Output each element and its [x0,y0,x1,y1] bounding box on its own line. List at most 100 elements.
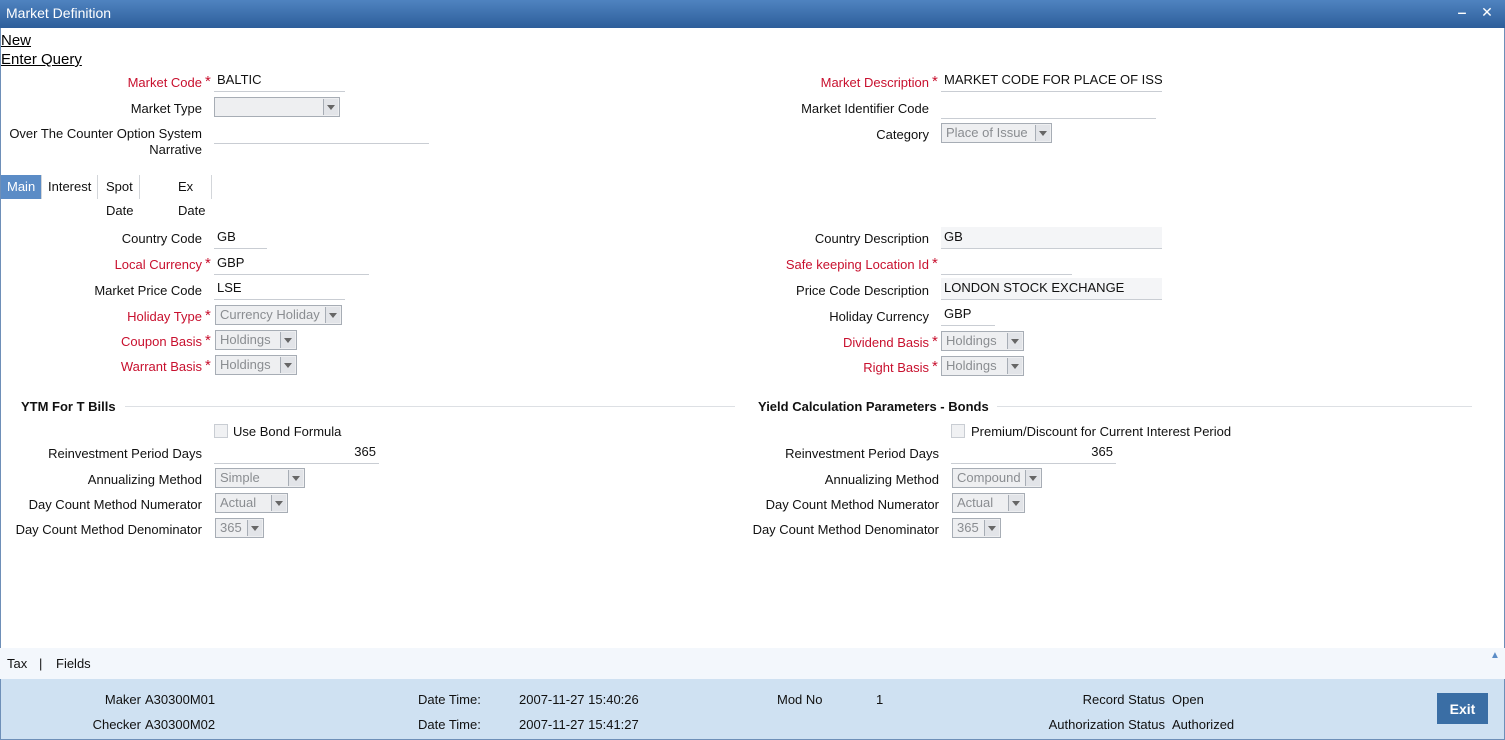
category-select[interactable]: Place of Issue [941,123,1052,143]
price-code-description-label: Price Code Description [796,283,929,298]
checker-date-time-label: Date Time: [418,717,481,732]
maker-date-time-value: 2007-11-27 15:40:26 [519,692,639,707]
checker-value: A30300M02 [145,717,216,732]
country-code-input[interactable]: GB [214,227,267,249]
ytm-denominator-select[interactable]: 365 [215,518,264,538]
market-description-input[interactable]: MARKET CODE FOR PLACE OF ISS [941,70,1162,92]
yield-denominator-select[interactable]: 365 [952,518,1001,538]
chevron-down-icon [1035,125,1050,141]
yield-numerator-select[interactable]: Actual [952,493,1025,513]
category-label: Category [876,127,929,142]
market-price-code-input[interactable]: LSE [214,278,345,300]
market-code-input[interactable]: BALTIC [214,70,345,92]
safekeeping-location-input[interactable] [941,253,1072,275]
fields-link[interactable]: Fields [56,656,91,671]
otc-narrative-label-line2: Narrative [149,142,202,157]
chevron-down-icon [1007,358,1022,374]
dividend-basis-label: Dividend Basis [843,335,929,350]
chevron-down-icon [1008,495,1023,511]
chevron-down-icon [1007,333,1022,349]
holiday-currency-label: Holiday Currency [829,309,929,324]
warrant-basis-label: Warrant Basis [120,359,202,374]
premium-discount-checkbox[interactable] [951,424,965,438]
close-icon[interactable]: ✕ [1479,4,1495,22]
maker-value: A30300M01 [145,692,216,707]
tax-link[interactable]: Tax [7,656,27,671]
ytm-numerator-label: Day Count Method Numerator [28,497,202,512]
market-code-label: Market Code [127,75,202,90]
chevron-down-icon [247,520,262,536]
window-titlebar: Market Definition ‒ ✕ [0,0,1505,28]
ytm-denominator-label: Day Count Method Denominator [15,522,202,537]
yield-section-title: Yield Calculation Parameters - Bonds [758,399,989,414]
market-price-code-label: Market Price Code [94,283,202,298]
chevron-down-icon [323,99,338,115]
use-bond-formula-label: Use Bond Formula [233,424,342,439]
enter-query-link[interactable]: Enter Query [1,51,82,68]
premium-discount-label: Premium/Discount for Current Interest Pe… [971,424,1232,439]
record-status-value: Open [1172,692,1204,707]
local-currency-input[interactable]: GBP [214,253,369,275]
maker-date-time-label: Date Time: [418,692,481,707]
yield-reinvestment-input[interactable]: 365 [951,442,1116,464]
holiday-type-label: Holiday Type [127,309,202,324]
right-basis-select[interactable]: Holdings [941,356,1024,376]
market-identifier-code-input[interactable] [941,97,1156,119]
ytm-numerator-select[interactable]: Actual [215,493,288,513]
required-marker: * [932,73,938,90]
yield-reinvestment-label: Reinvestment Period Days [785,446,939,461]
tab-spot-date[interactable]: Spot Date [100,175,141,218]
ytm-annualizing-label: Annualizing Method [87,472,202,487]
required-marker: * [205,357,211,374]
yield-numerator-label: Day Count Method Numerator [765,497,939,512]
required-marker: * [205,307,211,324]
country-description-label: Country Description [814,231,929,246]
checker-date-time-value: 2007-11-27 15:41:27 [519,717,639,732]
required-marker: * [205,332,211,349]
price-code-description-value: LONDON STOCK EXCHANGE [941,278,1162,300]
link-separator: | [39,656,43,671]
chevron-down-icon [280,357,295,373]
authorization-status-value: Authorized [1172,717,1235,732]
warrant-basis-select[interactable]: Holdings [215,355,297,375]
chevron-down-icon [271,495,286,511]
required-marker: * [205,73,211,90]
record-status-label: Record Status [1082,692,1165,707]
minimize-icon[interactable]: ‒ [1454,4,1470,22]
new-link[interactable]: New [1,32,31,49]
footer-links-bar: Tax | Fields [0,648,1505,679]
section-divider [997,406,1472,407]
yield-annualizing-label: Annualizing Method [824,472,939,487]
ytm-reinvestment-input[interactable]: 365 [214,442,379,464]
dividend-basis-select[interactable]: Holdings [941,331,1024,351]
tab-interest[interactable]: Interest [42,175,99,199]
section-divider [125,406,735,407]
market-description-label: Market Description [820,75,929,90]
coupon-basis-select[interactable]: Holdings [215,330,297,350]
holiday-type-select[interactable]: Currency Holiday [215,305,342,325]
ytm-section-title: YTM For T Bills [21,399,116,414]
required-marker: * [205,255,211,272]
tab-main[interactable]: Main [1,175,43,199]
chevron-down-icon [288,470,303,486]
country-code-label: Country Code [121,231,202,246]
otc-narrative-label-line1: Over The Counter Option System [9,126,202,141]
required-marker: * [932,333,938,350]
yield-annualizing-select[interactable]: Compound [952,468,1042,488]
use-bond-formula-checkbox[interactable] [214,424,228,438]
required-marker: * [932,358,938,375]
tab-ex-date[interactable]: Ex Date [172,175,213,218]
otc-narrative-input[interactable] [214,122,429,144]
mod-no-value: 1 [876,692,884,707]
market-type-select[interactable] [214,97,340,117]
safekeeping-location-label: Safe keeping Location Id [785,257,929,272]
authorization-status-label: Authorization Status [1048,717,1165,732]
holiday-currency-input[interactable]: GBP [941,304,995,326]
exit-button[interactable]: Exit [1437,693,1488,724]
chevron-up-icon[interactable]: ▲ [1490,650,1500,661]
market-type-label: Market Type [130,101,202,116]
chevron-down-icon [984,520,999,536]
country-description-value: GB [941,227,1162,249]
ytm-annualizing-select[interactable]: Simple [215,468,305,488]
yield-denominator-label: Day Count Method Denominator [752,522,939,537]
